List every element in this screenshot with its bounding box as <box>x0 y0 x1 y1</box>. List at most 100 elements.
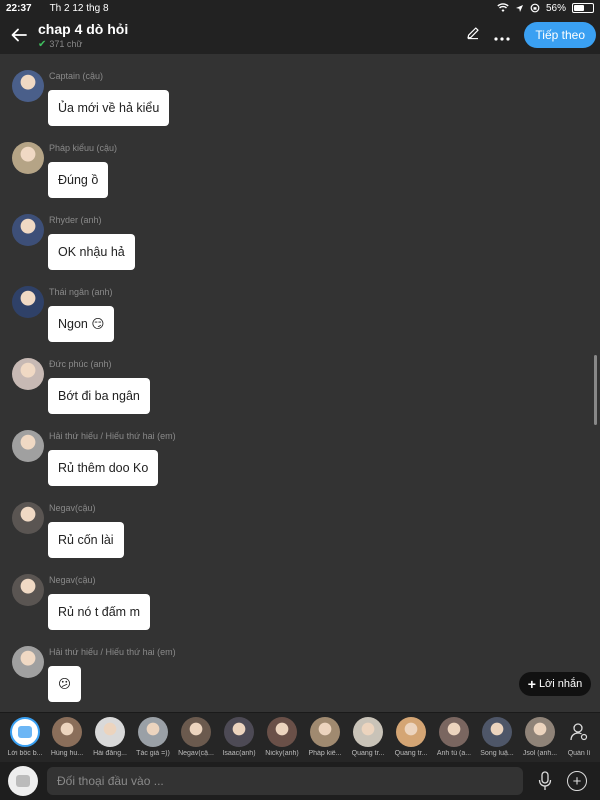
character-avatar <box>396 717 426 747</box>
input-bar: + <box>0 762 600 800</box>
character-item[interactable]: Hải đăng... <box>89 717 131 761</box>
message-item[interactable]: Captain (cậu) Ủa mới về hả kiểu <box>0 54 590 126</box>
character-name: Lời bốc b... <box>7 750 43 757</box>
message-bubble[interactable]: Rủ thêm doo Ko <box>48 450 159 486</box>
message-item[interactable]: Đức phúc (anh) Bớt đi ba ngân <box>0 342 590 414</box>
message-bubble[interactable]: Rủ nó t đấm m <box>48 594 150 630</box>
message-item[interactable]: Pháp kiểuu (cậu) Đúng ồ <box>0 126 590 198</box>
character-avatar <box>138 717 168 747</box>
character-item[interactable]: Nicky(anh) <box>261 717 303 761</box>
plus-circle-icon[interactable]: + <box>567 771 587 791</box>
message-item[interactable]: Hải thứ hiếu / Hiếu thứ hai (em) 😕 <box>0 630 590 702</box>
manage-characters-button[interactable]: Quản lí <box>558 717 600 761</box>
character-item[interactable]: Song luậ... <box>476 717 518 761</box>
dialogue-input[interactable] <box>47 767 523 795</box>
plus-icon: + <box>527 676 536 692</box>
sender-name: Captain (cậu) <box>49 71 104 81</box>
character-avatar <box>482 717 512 747</box>
avatar[interactable] <box>12 214 44 246</box>
character-avatar <box>181 717 211 747</box>
narrator-avatar <box>10 717 40 747</box>
status-time: 22:37 <box>6 2 32 14</box>
top-header: chap 4 dò hỏi ✔ 371 chữ Tiếp theo <box>0 16 600 54</box>
character-avatar <box>439 717 469 747</box>
character-name: Tác giả =)) <box>136 750 170 757</box>
character-item[interactable]: Tác giả =)) <box>132 717 174 761</box>
character-name: Quang tr... <box>394 750 428 757</box>
manage-label: Quản lí <box>567 750 591 757</box>
check-icon: ✔ <box>38 38 47 50</box>
character-name: Quang tr... <box>351 750 385 757</box>
character-item[interactable]: Negav(cậ... <box>175 717 217 761</box>
sender-name: Hải thứ hiếu / Hiếu thứ hai (em) <box>49 431 176 441</box>
character-item[interactable]: Anh tú (a... <box>433 717 475 761</box>
more-horizontal-icon <box>494 36 511 41</box>
character-name: Hải đăng... <box>93 750 127 757</box>
avatar[interactable] <box>12 70 44 102</box>
character-avatar <box>525 717 555 747</box>
character-name: Negav(cậ... <box>178 750 214 757</box>
avatar[interactable] <box>12 646 44 678</box>
character-bar[interactable]: Lời bốc b... Hùng hu... Hải đăng... Tác … <box>0 712 600 762</box>
character-name: Pháp kiể... <box>308 750 342 757</box>
edit-button[interactable] <box>466 26 480 45</box>
chat-bubble-icon <box>18 726 32 738</box>
message-bubble[interactable]: Ngon 😏 <box>48 306 115 342</box>
character-item[interactable]: Hùng hu... <box>46 717 88 761</box>
message-item[interactable]: Hải thứ hiếu / Hiếu thứ hai (em) Rủ thêm… <box>0 414 590 486</box>
sender-name: Rhyder (anh) <box>49 215 102 225</box>
header-actions: Tiếp theo <box>466 22 600 48</box>
character-item[interactable]: Quang tr... <box>347 717 389 761</box>
character-name: Hùng hu... <box>50 750 84 757</box>
more-button[interactable] <box>494 25 511 46</box>
message-bubble[interactable]: Rủ cốn lài <box>48 522 124 558</box>
avatar[interactable] <box>12 142 44 174</box>
character-avatar <box>353 717 383 747</box>
wifi-icon <box>497 3 509 12</box>
character-name: Jsol (anh... <box>522 750 558 757</box>
character-name: Song luậ... <box>480 750 514 757</box>
battery-fill <box>574 5 585 11</box>
user-settings-icon <box>564 717 594 747</box>
word-count: ✔ 371 chữ <box>38 39 128 50</box>
character-name: Nicky(anh) <box>265 750 299 757</box>
microphone-button[interactable] <box>535 771 555 791</box>
character-item[interactable]: Quang tr... <box>390 717 432 761</box>
message-item[interactable]: Rhyder (anh) OK nhậu hả <box>0 198 590 270</box>
avatar[interactable] <box>12 430 44 462</box>
arrow-left-icon <box>11 28 27 42</box>
avatar[interactable] <box>12 286 44 318</box>
chat-bubble-icon <box>16 775 30 787</box>
rotation-lock-icon <box>530 3 540 13</box>
character-name: Isaac(anh) <box>222 750 256 757</box>
message-bubble[interactable]: Bớt đi ba ngân <box>48 378 150 414</box>
message-bubble[interactable]: 😕 <box>48 666 82 702</box>
avatar[interactable] <box>12 574 44 606</box>
sender-name: Pháp kiểuu (cậu) <box>49 143 118 153</box>
message-item[interactable]: Negav(cậu) Rủ cốn lài <box>0 486 590 558</box>
character-avatar <box>95 717 125 747</box>
message-bubble[interactable]: Đúng ồ <box>48 162 109 198</box>
message-item[interactable]: Negav(cậu) Rủ nó t đấm m <box>0 558 590 630</box>
character-avatar <box>52 717 82 747</box>
character-item[interactable]: Pháp kiể... <box>304 717 346 761</box>
pencil-icon <box>467 26 480 39</box>
avatar[interactable] <box>12 502 44 534</box>
message-list[interactable]: Captain (cậu) Ủa mới về hả kiểu Pháp kiể… <box>0 54 600 712</box>
sender-name: Đức phúc (anh) <box>49 359 112 369</box>
character-item[interactable]: Lời bốc b... <box>4 717 46 761</box>
avatar[interactable] <box>12 358 44 390</box>
back-button[interactable] <box>0 16 38 54</box>
message-item[interactable]: Thái ngân (anh) Ngon 😏 <box>0 270 590 342</box>
character-item[interactable]: Jsol (anh... <box>519 717 561 761</box>
next-button[interactable]: Tiếp theo <box>524 22 596 48</box>
character-avatar <box>267 717 297 747</box>
message-bubble[interactable]: Ủa mới về hả kiểu <box>48 90 170 126</box>
message-bubble[interactable]: OK nhậu hả <box>48 234 135 270</box>
add-note-button[interactable]: + Lời nhắn <box>519 672 591 696</box>
character-item[interactable]: Isaac(anh) <box>218 717 260 761</box>
scrollbar[interactable] <box>594 355 597 425</box>
microphone-icon <box>538 771 552 790</box>
narrator-toggle-button[interactable] <box>8 766 38 796</box>
story-title: chap 4 dò hỏi <box>38 20 129 37</box>
